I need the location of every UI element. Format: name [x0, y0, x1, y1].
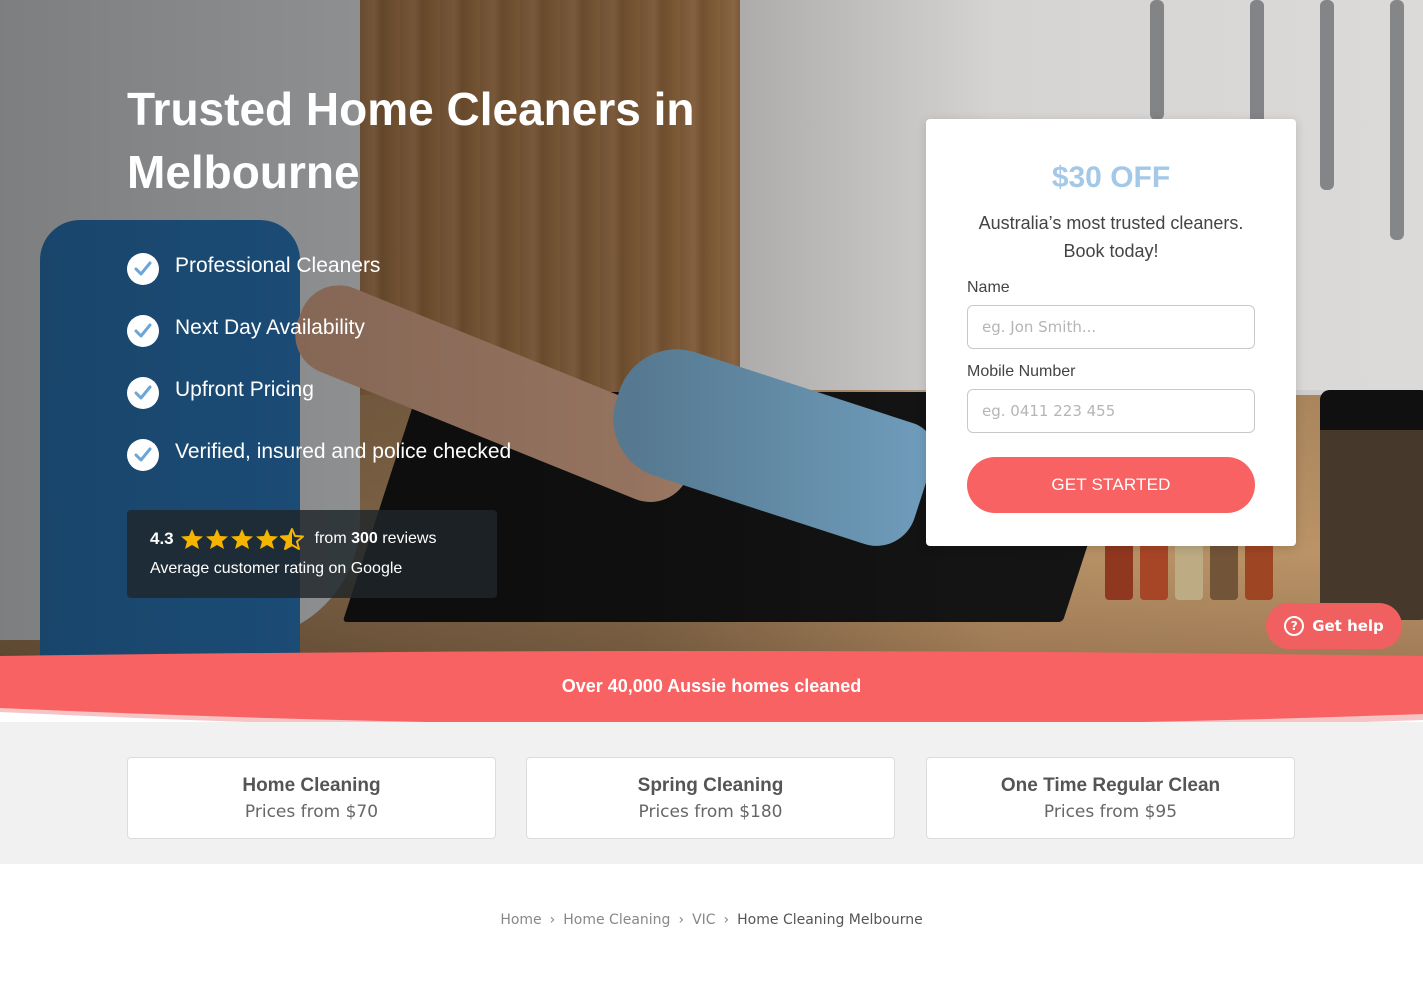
mobile-label: Mobile Number: [967, 363, 1076, 380]
feature-label: Professional Cleaners: [175, 254, 381, 277]
price-card-home-cleaning[interactable]: Home Cleaning Prices from $70: [127, 757, 496, 839]
banner-text: Over 40,000 Aussie homes cleaned: [561, 676, 862, 696]
price-card-title: Spring Cleaning: [637, 775, 784, 796]
price-card-title: Home Cleaning: [242, 775, 381, 796]
star-icon: [205, 529, 228, 549]
feature-label: Next Day Availability: [175, 316, 365, 339]
question-circle-icon: ?: [1284, 616, 1305, 636]
breadcrumb-separator: ›: [678, 912, 685, 928]
page-title: Trusted Home Cleaners in Melbourne: [127, 83, 695, 198]
star-half-icon: [279, 528, 304, 550]
booking-form: $30 OFF Australia’s most trusted cleaner…: [926, 119, 1296, 546]
feature-item: Next Day Availability: [127, 308, 365, 348]
breadcrumb-separator: ›: [723, 912, 730, 928]
check-icon: [127, 377, 159, 409]
breadcrumb-vic[interactable]: VIC: [692, 912, 715, 928]
hero-section: Trusted Home Cleaners in Melbourne Profe…: [0, 0, 1423, 660]
get-help-button[interactable]: ? Get help: [1266, 603, 1402, 649]
price-card-title: One Time Regular Clean: [1000, 775, 1221, 796]
breadcrumb-separator: ›: [549, 912, 556, 928]
price-card-subtitle: Prices from $180: [638, 802, 783, 822]
star-icon: [230, 529, 253, 549]
feature-item: Upfront Pricing: [127, 370, 314, 410]
rating-box: 4.3 from 300 reviews Average customer ra…: [127, 510, 497, 598]
price-card-spring-cleaning[interactable]: Spring Cleaning Prices from $180: [526, 757, 895, 839]
rating-subtitle: Average customer rating on Google: [150, 560, 403, 577]
feature-label: Upfront Pricing: [175, 378, 314, 401]
breadcrumb: Home › Home Cleaning › VIC › Home Cleaning Mel…: [0, 912, 1423, 928]
get-started-button[interactable]: GET STARTED: [967, 457, 1255, 513]
breadcrumb-home-cleaning[interactable]: Home Cleaning: [563, 912, 670, 928]
form-tagline: Australia’s most trusted cleaners. Book …: [978, 213, 1244, 261]
breadcrumb-current: Home Cleaning Melbourne: [737, 912, 923, 928]
name-label: Name: [967, 279, 1010, 296]
check-icon: [127, 439, 159, 471]
star-icon: [255, 529, 278, 549]
rating-reviews: from 300 reviews: [314, 530, 437, 547]
check-icon: [127, 315, 159, 347]
feature-item: Professional Cleaners: [127, 246, 380, 286]
rating-stars: [180, 528, 305, 550]
get-help-label: Get help: [1312, 617, 1384, 635]
feature-label: Verified, insured and police checked: [175, 440, 512, 463]
prices-section: Home Cleaning Prices from $70 Spring Cle…: [0, 722, 1423, 864]
check-icon: [127, 253, 159, 285]
rating-review-count: 300: [351, 530, 378, 547]
star-icon: [180, 529, 203, 549]
rating-score: 4.3: [150, 529, 174, 548]
price-card-one-time-regular-clean[interactable]: One Time Regular Clean Prices from $95: [926, 757, 1295, 839]
breadcrumb-home[interactable]: Home: [500, 912, 541, 928]
mobile-input[interactable]: [967, 389, 1255, 433]
price-card-subtitle: Prices from $95: [1043, 802, 1178, 822]
rating-row: 4.3 from 300 reviews: [150, 528, 436, 550]
price-card-subtitle: Prices from $70: [244, 802, 379, 822]
feature-item: Verified, insured and police checked: [127, 432, 511, 472]
name-input[interactable]: [967, 305, 1255, 349]
offer-heading: $30 OFF: [1051, 161, 1171, 194]
